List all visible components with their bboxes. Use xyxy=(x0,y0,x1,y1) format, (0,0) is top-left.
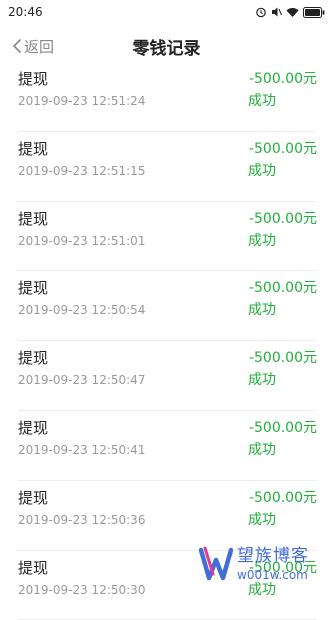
list-item[interactable]: 提现 2019-09-23 12:51:24 -500.00元 成功 xyxy=(18,62,317,132)
record-status: 成功 xyxy=(248,230,276,250)
status-time: 20:46 xyxy=(8,5,43,19)
record-title: 提现 xyxy=(18,208,48,229)
record-time: 2019-09-23 12:51:01 xyxy=(18,234,145,248)
status-bar: 20:46 xyxy=(0,0,333,24)
record-status: 成功 xyxy=(248,369,276,389)
watermark-url: w001w.com xyxy=(237,569,309,581)
record-amount: -500.00元 xyxy=(249,347,317,367)
record-list: 提现 2019-09-23 12:51:24 -500.00元 成功 提现 20… xyxy=(0,62,333,620)
record-status: 成功 xyxy=(248,439,276,459)
record-title: 提现 xyxy=(18,487,48,508)
record-title: 提现 xyxy=(18,68,48,89)
list-item[interactable]: 提现 2019-09-23 12:51:15 -500.00元 成功 xyxy=(18,132,317,202)
list-item[interactable]: 提现 2019-09-23 12:50:47 -500.00元 成功 xyxy=(18,341,317,411)
record-amount: -500.00元 xyxy=(249,277,317,297)
record-time: 2019-09-23 12:50:47 xyxy=(18,373,145,387)
record-title: 提现 xyxy=(18,417,48,438)
chevron-left-icon xyxy=(12,38,22,54)
record-amount: -500.00元 xyxy=(249,417,317,437)
watermark: 望族博客 w001w.com xyxy=(199,540,329,588)
record-status: 成功 xyxy=(248,160,276,180)
record-status: 成功 xyxy=(248,509,276,529)
record-amount: -500.00元 xyxy=(249,487,317,507)
record-title: 提现 xyxy=(18,138,48,159)
back-label: 返回 xyxy=(24,36,54,57)
mute-icon xyxy=(271,6,282,18)
page-title: 零钱记录 xyxy=(133,34,201,59)
record-status: 成功 xyxy=(248,299,276,319)
watermark-name: 望族博客 xyxy=(237,548,309,565)
list-item[interactable]: 提现 2019-09-23 12:50:54 -500.00元 成功 xyxy=(18,271,317,341)
back-button[interactable]: 返回 xyxy=(12,34,54,58)
battery-icon xyxy=(303,7,325,18)
record-amount: -500.00元 xyxy=(249,208,317,228)
record-title: 提现 xyxy=(18,277,48,298)
status-icons xyxy=(255,6,325,18)
wifi-icon xyxy=(286,7,299,18)
list-item[interactable]: 提现 2019-09-23 12:50:41 -500.00元 成功 xyxy=(18,411,317,481)
watermark-logo-icon xyxy=(199,544,233,584)
record-time: 2019-09-23 12:51:15 xyxy=(18,164,145,178)
record-time: 2019-09-23 12:50:54 xyxy=(18,303,145,317)
watermark-text: 望族博客 w001w.com xyxy=(237,548,309,581)
record-amount: -500.00元 xyxy=(249,138,317,158)
record-time: 2019-09-23 12:50:30 xyxy=(18,583,145,597)
nav-bar: 返回 零钱记录 xyxy=(0,30,333,62)
record-time: 2019-09-23 12:51:24 xyxy=(18,94,145,108)
record-status: 成功 xyxy=(248,90,276,110)
record-title: 提现 xyxy=(18,557,48,578)
record-time: 2019-09-23 12:50:36 xyxy=(18,513,145,527)
record-amount: -500.00元 xyxy=(249,68,317,88)
alarm-icon xyxy=(255,6,267,18)
list-item[interactable]: 提现 2019-09-23 12:51:01 -500.00元 成功 xyxy=(18,202,317,272)
record-time: 2019-09-23 12:50:41 xyxy=(18,443,145,457)
record-title: 提现 xyxy=(18,347,48,368)
